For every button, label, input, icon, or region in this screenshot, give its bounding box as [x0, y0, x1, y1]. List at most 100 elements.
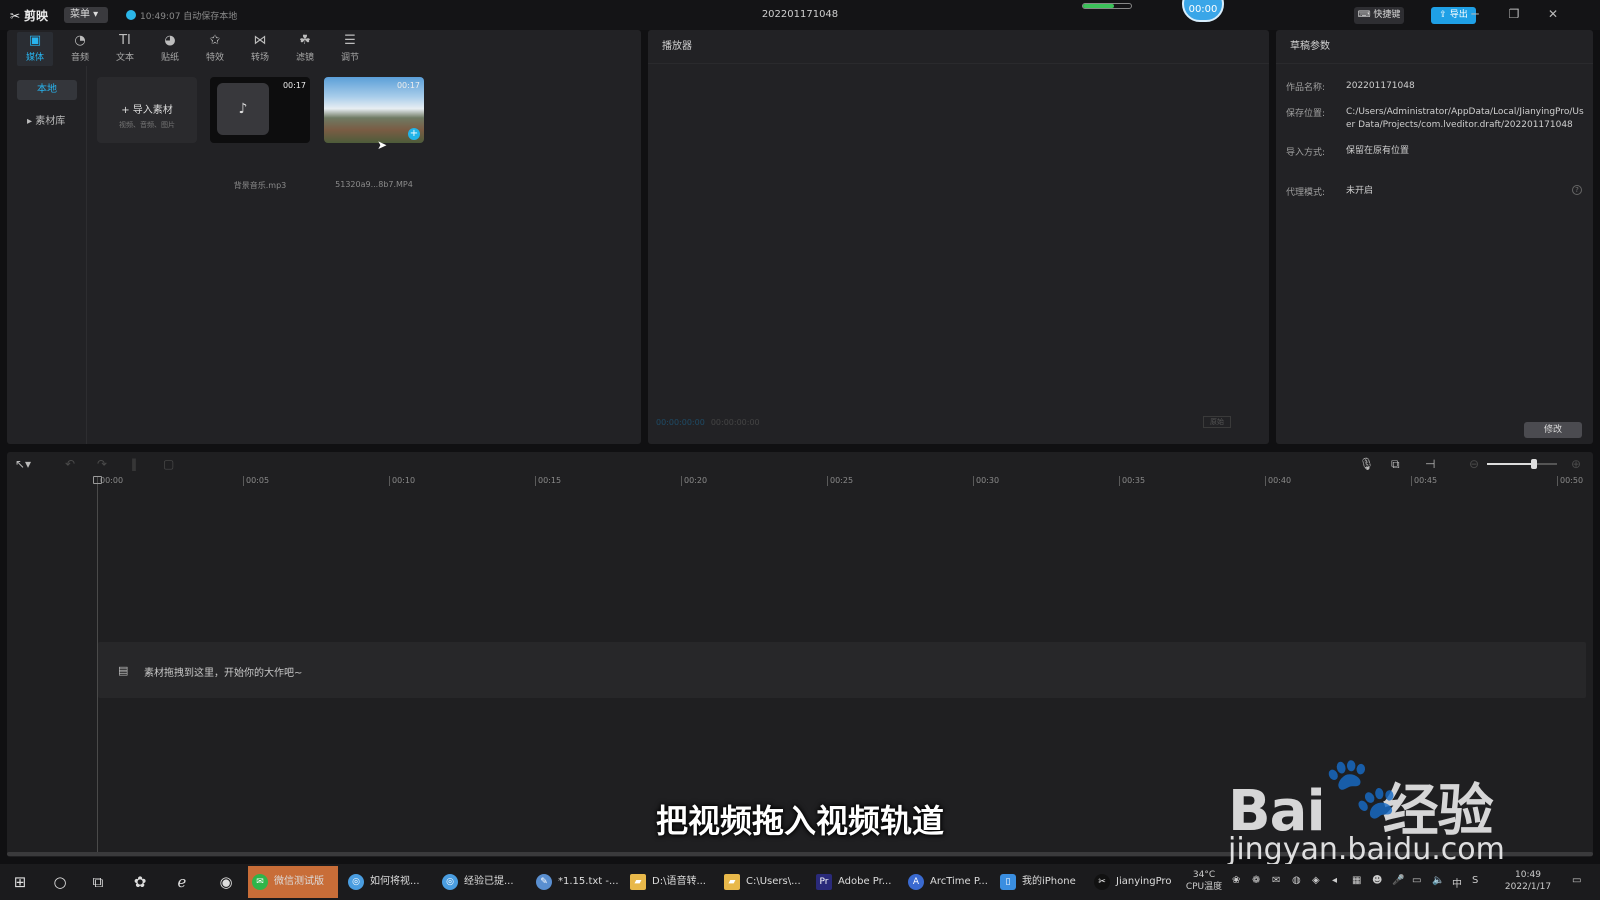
menu-button[interactable]: 菜单 ▾ [64, 7, 108, 23]
taskbar-app-label: D:\语音转... [652, 876, 706, 887]
preview-axis-icon[interactable]: ⊣ [1425, 457, 1435, 471]
microphone-icon[interactable]: 🎙 [1359, 457, 1374, 471]
redo-icon[interactable]: ↷ [97, 457, 107, 471]
search-icon[interactable]: ○ [50, 873, 70, 891]
field-value: 未开启 [1346, 186, 1374, 196]
tab-adjust[interactable]: ☰ 调节 [332, 32, 368, 63]
taskbar-app-iphone[interactable]: ▯ 我的iPhone [996, 866, 1084, 898]
main-track-dropzone[interactable]: ▤ 素材拖拽到这里，开始你的大作吧~ [98, 642, 1586, 698]
tray-icon-7[interactable]: ☻ [1372, 875, 1382, 886]
media-panel: ▣ 媒体 ◔ 音频 TI 文本 ◕ 贴纸 ✩ 特效 ⋈ 转场 ☘ 滤镜 ☰ 调节 本地 ▸ 素材… [7, 30, 641, 444]
taskbar-app-browser-1[interactable]: ◎ 如何将视... [344, 866, 432, 898]
app-logo: ✂ 剪映 [10, 7, 48, 24]
green-app-icon[interactable]: ◉ [216, 873, 236, 891]
jianying-icon: ✂ [1094, 874, 1110, 890]
taskbar-app-label: 微信测试版 [274, 876, 324, 887]
system-clock[interactable]: 10:49 2022/1/17 [1500, 869, 1556, 893]
playhead-handle[interactable] [93, 476, 102, 484]
taskbar-app-folder-1[interactable]: ▰ D:\语音转... [626, 866, 714, 898]
tab-transition[interactable]: ⋈ 转场 [242, 32, 278, 63]
wechat-tray-icon[interactable]: ✉ [1272, 875, 1280, 886]
tab-label: 音频 [70, 53, 89, 63]
zoom-slider-handle[interactable] [1531, 459, 1537, 469]
taskbar-app-jianying[interactable]: ✂ JianyingPro [1090, 866, 1178, 898]
taskbar-app-folder-2[interactable]: ▰ C:\Users\... [720, 866, 808, 898]
delete-icon[interactable]: ▢ [163, 457, 174, 471]
undo-icon[interactable]: ↶ [65, 457, 75, 471]
sidebar-item-label: 素材库 [35, 116, 66, 127]
tab-media[interactable]: ▣ 媒体 [17, 32, 53, 66]
close-icon[interactable]: ✕ [1545, 7, 1561, 21]
tab-audio[interactable]: ◔ 音频 [62, 32, 98, 63]
ruler-tick: 00:25 [827, 476, 853, 486]
zoom-out-icon[interactable]: ⊖ [1469, 457, 1479, 471]
notification-icon[interactable]: ▭ [1572, 875, 1581, 886]
tray-icon-3[interactable]: ◍ [1292, 875, 1301, 886]
taskbar-app-label: C:\Users\... [746, 876, 801, 887]
timeline-toolbar: ↖▾ ↶ ↷ ‖ ▢ 🎙 ⧉ ⊣ ⊖ ⊕ [7, 452, 1593, 476]
zoom-in-icon[interactable]: ⊕ [1571, 457, 1581, 471]
modify-button[interactable]: 修改 [1524, 422, 1582, 438]
tab-sticker[interactable]: ◕ 贴纸 [152, 32, 188, 63]
ruler-tick: 00:30 [973, 476, 999, 486]
add-to-track-icon[interactable]: + [408, 128, 420, 140]
ie-browser-icon[interactable]: ℯ [172, 873, 192, 891]
sidebar-item-library[interactable]: ▸ 素材库 [17, 112, 77, 132]
network-icon[interactable]: ▭ [1412, 875, 1421, 886]
tray-icon-6[interactable]: ▦ [1352, 875, 1361, 886]
media-item-video[interactable]: 00:17 + [324, 77, 424, 143]
caret-right-icon: ▸ [27, 116, 36, 127]
tab-text[interactable]: TI 文本 [107, 32, 143, 63]
tray-icon-4[interactable]: ◈ [1312, 875, 1320, 886]
taskbar-app-arctime[interactable]: A ArcTime P... [904, 866, 992, 898]
media-item-audio[interactable]: ♪ 00:17 [210, 77, 310, 143]
tab-label: 特效 [205, 53, 224, 63]
wechat-icon: ✉ [252, 874, 268, 890]
taskbar-app-notepad[interactable]: ✎ *1.15.txt -... [532, 866, 620, 898]
ratio-button[interactable]: 原始 [1203, 416, 1231, 428]
asset-toolbar: ▣ 媒体 ◔ 音频 TI 文本 ◕ 贴纸 ✩ 特效 ⋈ 转场 ☘ 滤镜 ☰ 调节 [7, 30, 641, 66]
recording-level-bar [1082, 3, 1132, 9]
autosave-text: 10:49:07 自动保存本地 [140, 12, 238, 22]
clock-time: 10:49 [1515, 870, 1541, 880]
tray-icon-1[interactable]: ❀ [1232, 875, 1240, 886]
select-pointer-icon[interactable]: ↖▾ [15, 457, 31, 471]
tray-icon-5[interactable]: ◂ [1332, 875, 1337, 886]
restore-icon[interactable]: ❐ [1506, 7, 1522, 21]
tray-icon-2[interactable]: ❁ [1252, 875, 1260, 886]
tab-filter[interactable]: ☘ 滤镜 [287, 32, 323, 63]
menu-label: 菜单 [70, 9, 90, 20]
media-item-name: 背景音乐.mp3 [233, 181, 287, 190]
tab-effects[interactable]: ✩ 特效 [197, 32, 233, 63]
import-media-button[interactable]: + 导入素材 视频、音频、图片 [97, 77, 197, 143]
player-title: 播放器 [648, 30, 1269, 64]
cpu-temperature: 34°C CPU温度 [1184, 869, 1224, 893]
minimize-icon[interactable]: ─ [1467, 7, 1483, 21]
app-name: 剪映 [24, 9, 49, 23]
ime-indicator[interactable]: 中 [1452, 875, 1462, 890]
app-icon-1[interactable]: ✿ [130, 873, 150, 891]
timeline-ruler[interactable]: 00:00 00:05 00:10 00:15 00:20 00:25 00:3… [97, 476, 1593, 488]
field-value: C:/Users/Administrator/AppData/Local/Jia… [1346, 107, 1584, 130]
taskbar-app-browser-2[interactable]: ◎ 经验已提... [438, 866, 526, 898]
split-icon[interactable]: ‖ [131, 457, 137, 471]
sogou-ime-icon[interactable]: S [1472, 875, 1478, 886]
field-value: 202201171048 [1346, 81, 1415, 91]
media-duration: 00:17 [396, 81, 420, 90]
sidebar-item-local[interactable]: 本地 [17, 80, 77, 100]
task-view-icon[interactable]: ⧉ [88, 873, 108, 891]
ruler-tick: 00:10 [389, 476, 415, 486]
tab-label: 调节 [340, 53, 359, 63]
windows-start-icon[interactable]: ⊞ [10, 873, 30, 891]
zoom-slider[interactable] [1487, 463, 1557, 465]
music-note-icon: ♪ [217, 83, 269, 135]
help-icon[interactable]: ? [1572, 185, 1582, 195]
taskbar-app-premiere[interactable]: Pr Adobe Pr... [812, 866, 900, 898]
field-label: 作品名称: [1286, 83, 1326, 93]
shortcut-button[interactable]: ⌨ 快捷键 [1354, 7, 1404, 24]
taskbar-app-wechat[interactable]: ✉ 微信测试版 [248, 866, 338, 898]
volume-icon[interactable]: 🔈 [1432, 875, 1444, 886]
tray-mic-icon[interactable]: 🎤 [1392, 875, 1404, 886]
link-track-icon[interactable]: ⧉ [1391, 457, 1400, 472]
recording-timer[interactable]: 00:00 [1182, 0, 1224, 22]
